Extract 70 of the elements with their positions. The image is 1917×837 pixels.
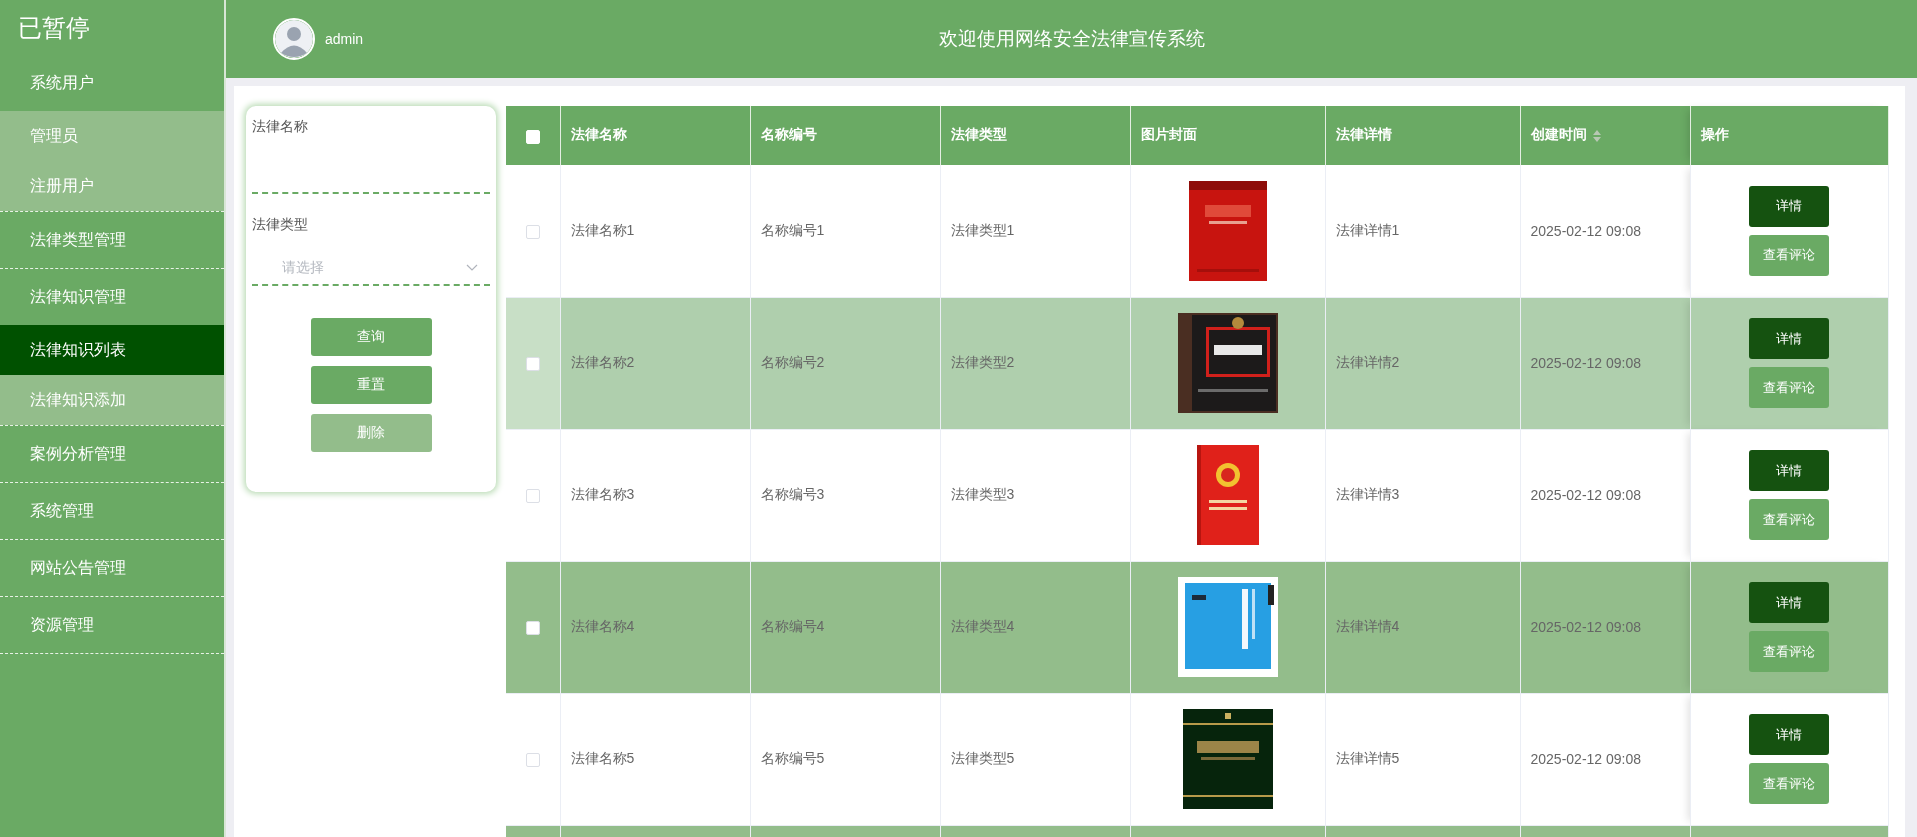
table-cell: 法律名称2 [570, 354, 635, 370]
table-cell: 法律详情5 [1335, 750, 1400, 766]
column-header: 法律类型 [940, 106, 1130, 165]
table-cell: 法律类型3 [950, 486, 1015, 502]
sidebar-item[interactable]: 资源管理 [0, 597, 224, 653]
column-header: 创建时间 [1520, 106, 1690, 165]
action-button[interactable]: 详情 [1749, 714, 1829, 755]
action-button[interactable]: 详情 [1749, 582, 1829, 623]
sidebar-subitem[interactable]: 法律知识添加 [0, 375, 224, 425]
row-checkbox[interactable] [525, 224, 540, 239]
column-header: 名称编号 [750, 106, 940, 165]
sidebar-item[interactable]: 系统用户 [0, 55, 224, 111]
table-cell: 2025-02-12 09:08 [1530, 487, 1642, 503]
sort-icon[interactable] [1592, 129, 1601, 142]
table-cell: 法律名称4 [570, 618, 635, 634]
table-cell: 法律名称5 [570, 750, 635, 766]
avatar-icon[interactable] [273, 18, 315, 60]
username: admin [325, 31, 364, 47]
table-cell: 法律类型4 [950, 618, 1015, 634]
sidebar-item[interactable]: 法律知识管理 [0, 269, 224, 325]
brand-title: 已暂停 [17, 13, 91, 43]
sidebar-item[interactable]: 案例分析管理 [0, 426, 224, 482]
column-header: 法律名称 [560, 106, 750, 165]
action-button[interactable]: 详情 [1749, 318, 1829, 359]
page-title: 欢迎使用网络安全法律宣传系统 [938, 27, 1205, 51]
row-checkbox[interactable] [525, 357, 540, 372]
search-button[interactable]: 查询 [310, 318, 432, 356]
row-checkbox[interactable] [525, 753, 540, 768]
action-button[interactable]: 查看评论 [1749, 631, 1829, 672]
select-all-checkbox[interactable] [525, 129, 540, 144]
action-button[interactable]: 查看评论 [1749, 763, 1829, 804]
table-cell: 法律名称3 [570, 486, 635, 502]
table-cell: 2025-02-12 09:08 [1530, 751, 1642, 767]
row-checkbox[interactable] [525, 621, 540, 636]
action-button[interactable]: 查看评论 [1749, 234, 1829, 276]
action-button[interactable]: 详情 [1749, 185, 1829, 227]
table-cell: 法律详情2 [1335, 354, 1400, 370]
field-label: 法律类型 [252, 216, 309, 234]
table-cell: 名称编号5 [760, 750, 825, 766]
table-cell: 法律详情4 [1335, 618, 1400, 634]
table-cell: 2025-02-12 09:08 [1530, 619, 1642, 635]
table-cell: 名称编号4 [760, 618, 825, 634]
sidebar-item[interactable]: 系统管理 [0, 483, 224, 539]
search-button[interactable]: 重置 [310, 366, 432, 404]
action-button[interactable]: 查看评论 [1749, 367, 1829, 408]
table-cell: 2025-02-12 09:08 [1530, 355, 1642, 371]
table-cell: 法律类型2 [950, 354, 1015, 370]
column-header: 操作 [1690, 106, 1888, 165]
table-cell: 名称编号2 [760, 354, 825, 370]
sidebar-subitem[interactable]: 管理员 [0, 111, 224, 161]
table-cell: 法律详情1 [1335, 221, 1400, 238]
field-label: 法律名称 [252, 118, 309, 136]
sidebar-subitem[interactable]: 注册用户 [0, 161, 224, 211]
action-button[interactable]: 查看评论 [1749, 499, 1829, 540]
table-cell: 法律名称1 [570, 221, 635, 238]
action-button[interactable]: 详情 [1749, 450, 1829, 491]
chevron-down-icon [466, 264, 478, 272]
table-cell: 法律类型5 [950, 750, 1015, 766]
table-cell: 法律详情3 [1335, 486, 1400, 502]
table-cell: 法律类型1 [950, 221, 1015, 238]
table-cell: 名称编号3 [760, 486, 825, 502]
sidebar-item[interactable]: 法律类型管理 [0, 212, 224, 268]
column-header: 法律详情 [1325, 106, 1520, 165]
select-field[interactable]: 请选择 [252, 252, 490, 286]
sidebar-subitem[interactable]: 法律知识列表 [0, 325, 224, 375]
column-header: 图片封面 [1130, 106, 1325, 165]
table-cell: 名称编号1 [760, 221, 825, 238]
row-checkbox[interactable] [525, 489, 540, 504]
sidebar-item[interactable]: 网站公告管理 [0, 540, 224, 596]
table-cell: 2025-02-12 09:08 [1530, 222, 1642, 239]
